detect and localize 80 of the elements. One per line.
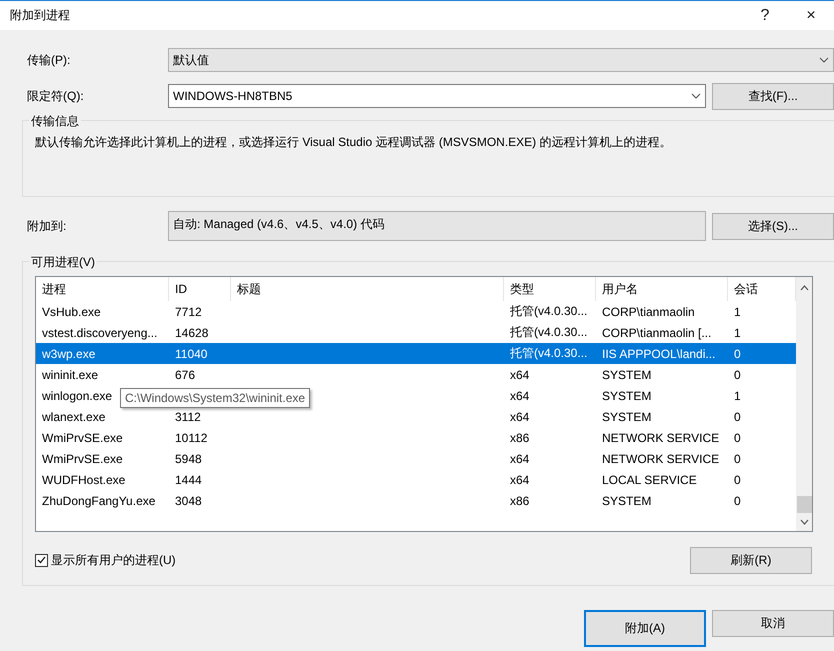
table-cell-text: WUDFHost.exe (41, 472, 126, 486)
info-text: 默认传输允许选择此计算机上的进程，或选择运行 Visual Studio 远程调试器 (MSVSMON.EXE) 的远程计算机上的进程。 (35, 134, 672, 151)
table-cell-text: x64 (509, 452, 530, 466)
table-cell-text: wlanext.exe (41, 410, 106, 424)
column-header[interactable]: 标题 (231, 277, 504, 301)
table-cell-text: x64 (509, 472, 530, 486)
checkbox[interactable] (35, 554, 48, 566)
field-label: 传输(P): (26, 52, 72, 68)
table-cell-text: 0 (733, 472, 742, 486)
table-cell-text: vstest.discoveryeng... (41, 326, 158, 340)
scroll-thumb[interactable] (796, 496, 812, 513)
table-cell-text: 3112 (174, 410, 202, 424)
table-cell-text: 0 (733, 346, 742, 360)
table-cell-text: CORP\tianmaolin (601, 304, 696, 318)
table-cell-text: 14628 (174, 326, 210, 340)
table-cell-text: SYSTEM (601, 388, 652, 402)
field-label: 限定符(Q): (26, 88, 85, 104)
table-cell-text: x86 (509, 430, 530, 444)
scrollbar[interactable] (796, 277, 812, 531)
table-cell-text: 托管(v4.0.30... (509, 324, 588, 341)
column-header[interactable]: ID (169, 277, 231, 301)
table-cell-text: 0 (733, 368, 742, 382)
column-header[interactable]: 进程 (36, 277, 169, 301)
table-cell-text: 11040 (174, 346, 208, 360)
help-button[interactable]: ? (742, 6, 788, 24)
table-cell-text: 托管(v4.0.30... (509, 303, 588, 320)
table-cell-text: IIS APPPOOL\landi... (601, 346, 716, 360)
selected-row-highlight[interactable]: w3wp.exe 11040 托管(v4.0.30... IIS APPPOOL\landi... 0 (36, 343, 796, 364)
table-cell-text: 1 (733, 388, 742, 402)
table-cell-text: 0 (733, 430, 742, 444)
select-button[interactable]: 选择(S)... (712, 212, 834, 240)
group-title: 可用进程(V) (29, 254, 97, 271)
table-cell-text: 676 (174, 368, 196, 382)
table-cell-text: 1 (733, 304, 742, 318)
refresh-button[interactable]: 刷新(R) (690, 546, 812, 574)
table-cell-text: SYSTEM (601, 368, 652, 382)
table-cell-text: NETWORK SERVICE (601, 452, 720, 466)
transport-dropdown[interactable]: 默认值 (168, 48, 834, 72)
table-cell-text: wininit.exe (41, 368, 100, 382)
table-cell-text: SYSTEM (601, 410, 652, 424)
table-cell-text: VsHub.exe (41, 304, 102, 318)
qualifier-combobox[interactable]: WINDOWS-HN8TBN5 (168, 84, 706, 108)
table-cell-text: x64 (509, 368, 530, 382)
window-title: 附加到进程 (10, 7, 71, 24)
table-cell-text: 托管(v4.0.30... (509, 345, 588, 362)
table-cell-text: w3wp.exe (41, 346, 96, 360)
checkbox-label[interactable]: 显示所有用户的进程(U) (51, 552, 176, 568)
chevron-down-icon (819, 57, 829, 63)
table-cell-text: 7712 (174, 304, 203, 318)
table-cell-text: CORP\tianmaolin [... (601, 326, 712, 340)
field-label: 附加到: (26, 218, 68, 234)
table-cell-text: WmiPrvSE.exe (41, 430, 124, 444)
group-title: 传输信息 (29, 113, 81, 130)
tooltip: C:\Windows\System32\wininit.exe (120, 388, 310, 408)
table-cell-text: NETWORK SERVICE (601, 430, 720, 444)
table-cell-text: x86 (509, 494, 530, 508)
column-header[interactable]: 类型 (504, 277, 596, 301)
table-cell-text: 1 (733, 326, 742, 340)
table-cell-text: x64 (509, 410, 530, 424)
table-cell-text: x64 (509, 388, 530, 402)
table-cell-text: WmiPrvSE.exe (41, 452, 124, 466)
dialog-button[interactable]: 附加(A) (584, 610, 706, 647)
table-cell-text: ZhuDongFangYu.exe (41, 494, 156, 508)
table-cell-text: LOCAL SERVICE (601, 472, 698, 486)
scroll-up-icon[interactable] (800, 285, 808, 291)
table-cell-text: 5948 (174, 452, 203, 466)
chevron-down-icon (691, 93, 701, 99)
table-cell-text: 3048 (174, 494, 203, 508)
table-cell-text: 0 (733, 410, 742, 424)
scroll-down-icon[interactable] (800, 519, 808, 525)
column-header[interactable]: 用户名 (596, 277, 728, 301)
table-cell-text: 0 (733, 494, 742, 508)
table-cell-text: 0 (733, 452, 742, 466)
close-button[interactable]: × (788, 6, 834, 24)
table-cell-text: 10112 (174, 430, 208, 444)
table-cell-text: SYSTEM (601, 494, 652, 508)
table-cell-text: 1444 (174, 472, 203, 486)
dialog-button[interactable]: 取消 (712, 610, 834, 637)
attach-to-field: 自动: Managed (v4.6、v4.5、v4.0) 代码 (168, 211, 706, 241)
find-button[interactable]: 查找(F)... (712, 82, 834, 110)
